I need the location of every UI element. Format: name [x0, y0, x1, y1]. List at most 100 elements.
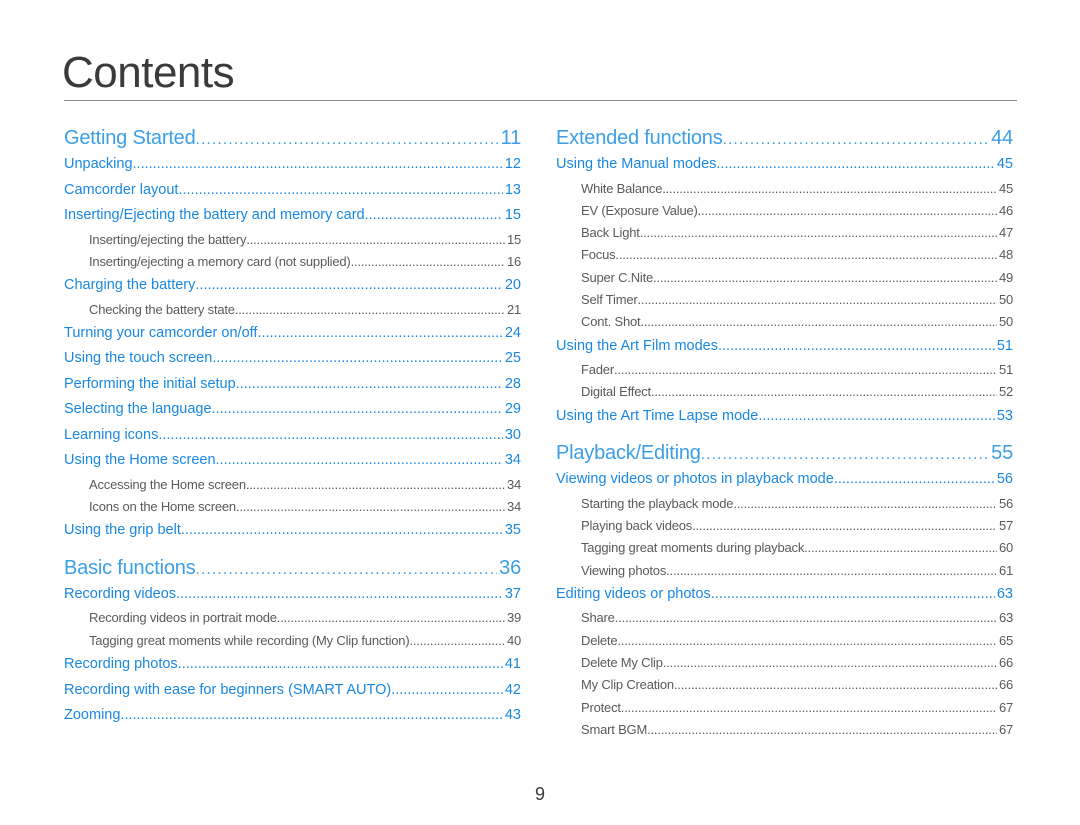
- toc-entry[interactable]: Using the Home screen 34: [64, 448, 521, 474]
- toc-page-number: 61: [998, 562, 1013, 578]
- toc-subentry[interactable]: EV (Exposure Value) 46: [556, 200, 1013, 222]
- toc-page-number: 67: [998, 699, 1013, 715]
- toc-page-number: 55: [991, 442, 1013, 465]
- dot-leader: [391, 678, 503, 704]
- toc-entry[interactable]: Using the Art Time Lapse mode 53: [556, 404, 1013, 430]
- toc-page-number: 45: [998, 180, 1013, 196]
- toc-entry[interactable]: Editing videos or photos 63: [556, 582, 1013, 608]
- toc-title: Using the touch screen: [64, 350, 213, 367]
- toc-entry[interactable]: Unpacking 12: [64, 152, 521, 178]
- toc-subentry[interactable]: Inserting/ejecting the battery 15: [64, 229, 521, 251]
- dot-leader: [651, 381, 997, 403]
- dot-leader: [615, 244, 997, 266]
- dot-leader: [216, 448, 503, 474]
- toc-title: Cont. Shot: [581, 314, 641, 330]
- toc-right-column: Extended functions 44 Using the Manual mod…: [556, 122, 1013, 741]
- toc-subentry[interactable]: Delete My Clip 66: [556, 652, 1013, 674]
- page-title: Contents: [62, 48, 235, 97]
- toc-section[interactable]: Getting Started 11: [64, 124, 521, 152]
- toc-title: Selecting the language: [64, 401, 212, 418]
- toc-page-number: 52: [998, 384, 1013, 400]
- toc-subentry[interactable]: Back Light 47: [556, 222, 1013, 244]
- toc-subentry[interactable]: Digital Effect 52: [556, 381, 1013, 403]
- toc-page-number: 25: [504, 350, 521, 367]
- toc-entry[interactable]: Selecting the language 29: [64, 397, 521, 423]
- toc-entry[interactable]: Learning icons 30: [64, 423, 521, 449]
- dot-leader: [701, 441, 989, 467]
- toc-subentry[interactable]: Focus 48: [556, 244, 1013, 266]
- toc-subentry[interactable]: Recording videos in portrait mode 39: [64, 607, 521, 629]
- dot-leader: [834, 467, 995, 493]
- toc-page-number: 11: [500, 127, 521, 149]
- toc-title: Editing videos or photos: [556, 585, 711, 602]
- toc-title: Turning your camcorder on/off: [64, 324, 258, 341]
- toc-section[interactable]: Extended functions 44: [556, 124, 1013, 152]
- toc-title: Performing the initial setup: [64, 375, 236, 392]
- toc-subentry[interactable]: Super C.Nite 49: [556, 267, 1013, 289]
- toc-subentry[interactable]: Accessing the Home screen 34: [64, 474, 521, 496]
- toc-subentry[interactable]: Inserting/ejecting a memory card (not su…: [64, 251, 521, 273]
- toc-subentry[interactable]: Tagging great moments while recording (M…: [64, 630, 521, 652]
- toc-entry[interactable]: Using the Manual modes 45: [556, 152, 1013, 178]
- toc-title: Smart BGM: [581, 721, 648, 737]
- toc-page-number: 34: [506, 476, 521, 492]
- toc-title: Using the grip belt: [64, 522, 181, 539]
- toc-title: Playback/Editing: [556, 442, 701, 465]
- toc-title: Getting Started: [64, 127, 196, 149]
- toc-entry[interactable]: Inserting/Ejecting the battery and memor…: [64, 203, 521, 229]
- toc-entry[interactable]: Turning your camcorder on/off 24: [64, 321, 521, 347]
- dot-leader: [615, 607, 997, 629]
- toc-entry[interactable]: Recording photos 41: [64, 652, 521, 678]
- toc-title: Camcorder layout: [64, 181, 179, 198]
- dot-leader: [365, 203, 503, 229]
- dot-leader: [617, 630, 997, 652]
- toc-title: Recording videos: [64, 585, 177, 602]
- toc-title: White Balance: [581, 180, 663, 196]
- toc-section[interactable]: Basic functions 36: [64, 554, 521, 582]
- toc-subentry[interactable]: Fader 51: [556, 359, 1013, 381]
- toc-section[interactable]: Playback/Editing 55: [556, 439, 1013, 467]
- toc-page-number: 30: [504, 426, 521, 443]
- toc-subentry[interactable]: Cont. Shot 50: [556, 311, 1013, 333]
- toc-title: Playing back videos: [581, 517, 693, 533]
- dot-leader: [246, 474, 505, 496]
- toc-entry[interactable]: Recording videos 37: [64, 582, 521, 608]
- toc-entry[interactable]: Viewing videos or photos in playback mod…: [556, 467, 1013, 493]
- toc-subentry[interactable]: Delete 65: [556, 630, 1013, 652]
- toc-subentry[interactable]: White Balance 45: [556, 178, 1013, 200]
- toc-subentry[interactable]: My Clip Creation 66: [556, 674, 1013, 696]
- toc-entry[interactable]: Charging the battery 20: [64, 273, 521, 299]
- toc-subentry[interactable]: Tagging great moments during playback 60: [556, 537, 1013, 559]
- dot-leader: [133, 152, 503, 178]
- dot-leader: [257, 321, 502, 347]
- toc-subentry[interactable]: Starting the playback mode 56: [556, 493, 1013, 515]
- toc-title: Inserting/ejecting a memory card (not su…: [89, 253, 351, 269]
- toc-entry[interactable]: Performing the initial setup 28: [64, 372, 521, 398]
- toc-subentry[interactable]: Self Timer 50: [556, 289, 1013, 311]
- toc-subentry[interactable]: Share 63: [556, 607, 1013, 629]
- toc-entry[interactable]: Using the grip belt 35: [64, 518, 521, 544]
- toc-entry[interactable]: Zooming 43: [64, 703, 521, 729]
- toc-entry[interactable]: Recording with ease for beginners (SMART…: [64, 678, 521, 704]
- toc-subentry[interactable]: Viewing photos 61: [556, 560, 1013, 582]
- dot-leader: [409, 630, 504, 652]
- dot-leader: [277, 607, 505, 629]
- toc-subentry[interactable]: Protect 67: [556, 697, 1013, 719]
- toc-entry[interactable]: Camcorder layout 13: [64, 178, 521, 204]
- toc-page-number: 15: [506, 231, 521, 247]
- toc-page-number: 42: [504, 681, 521, 698]
- toc-subentry[interactable]: Playing back videos 57: [556, 515, 1013, 537]
- toc-entry[interactable]: Using the touch screen 25: [64, 346, 521, 372]
- dot-leader: [158, 423, 503, 449]
- toc-title: Checking the battery state: [89, 301, 235, 317]
- toc-title: Recording photos: [64, 656, 178, 673]
- toc-entry[interactable]: Using the Art Film modes 51: [556, 334, 1013, 360]
- dot-leader: [718, 334, 995, 360]
- toc-page-number: 51: [996, 337, 1013, 354]
- dot-leader: [196, 126, 499, 152]
- toc-subentry[interactable]: Checking the battery state 21: [64, 299, 521, 321]
- toc-subentry[interactable]: Icons on the Home screen 34: [64, 496, 521, 518]
- toc-page-number: 63: [998, 610, 1013, 626]
- toc-subentry[interactable]: Smart BGM 67: [556, 719, 1013, 741]
- toc-title: Using the Manual modes: [556, 156, 717, 172]
